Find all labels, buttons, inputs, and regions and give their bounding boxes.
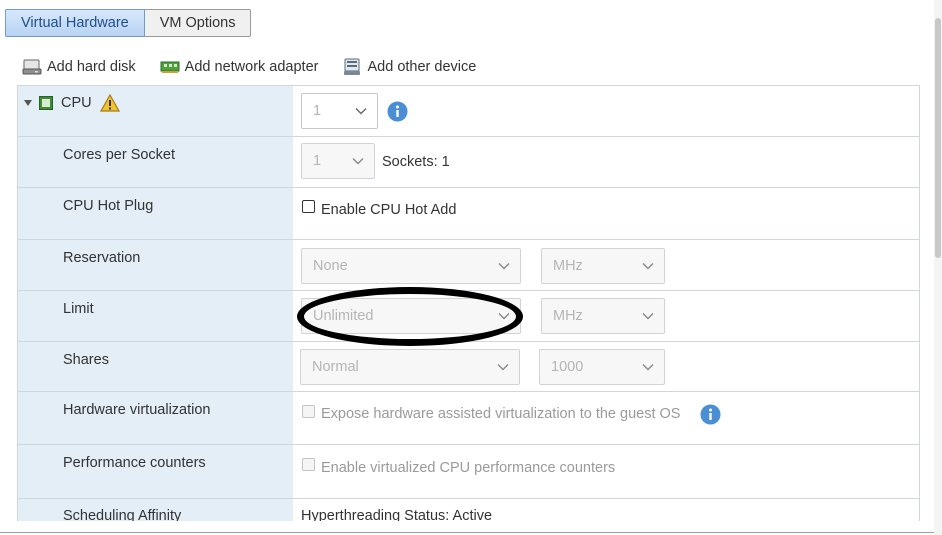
cores-per-socket-label: Cores per Socket (63, 147, 176, 163)
expose-hw-virt-label: Expose hardware assisted virtualization … (321, 406, 681, 422)
add-hard-disk-label: Add hard disk (47, 59, 136, 75)
hardware-virtualization-label: Hardware virtualization (63, 402, 211, 418)
chevron-down-icon (642, 263, 654, 270)
chevron-down-icon (498, 263, 510, 270)
info-icon[interactable] (700, 404, 721, 425)
limit-label: Limit (63, 301, 94, 317)
tab-bar: Virtual Hardware VM Options (5, 9, 252, 37)
tab-vm-options[interactable]: VM Options (144, 9, 252, 37)
chevron-down-icon (355, 108, 367, 115)
row-shares: Shares Normal 1000 (18, 342, 919, 392)
cores-per-socket-value: 1 (313, 153, 322, 169)
sockets-text: Sockets: 1 (382, 154, 450, 170)
reservation-unit-select[interactable]: MHz (541, 248, 665, 284)
other-device-icon (342, 58, 362, 76)
add-other-device-label: Add other device (367, 59, 477, 75)
cores-per-socket-select[interactable]: 1 (301, 143, 375, 179)
cpu-label: CPU (61, 95, 92, 111)
cpu-chip-icon (39, 96, 53, 110)
warning-icon (99, 94, 120, 112)
hard-disk-icon (22, 58, 42, 76)
info-icon[interactable] (387, 101, 408, 122)
limit-value: Unlimited (313, 308, 374, 324)
row-scheduling-affinity: Scheduling Affinity Hyperthreading Statu… (18, 499, 919, 521)
bottom-divider (0, 532, 942, 533)
enable-cpu-hot-add-label: Enable CPU Hot Add (321, 202, 457, 218)
row-cores-per-socket: Cores per Socket 1 Sockets: 1 (18, 137, 919, 188)
row-performance-counters: Performance counters Enable virtualized … (18, 445, 919, 499)
reservation-value: None (313, 258, 348, 274)
reservation-select[interactable]: None (301, 248, 521, 284)
row-limit: Limit Unlimited MHz (18, 291, 919, 342)
performance-counters-label: Performance counters (63, 455, 206, 471)
cpu-header[interactable]: CPU (24, 94, 120, 112)
limit-select[interactable]: Unlimited (301, 298, 521, 334)
row-hardware-virtualization: Hardware virtualization Expose hardware … (18, 392, 919, 445)
add-network-adapter-button[interactable]: Add network adapter (160, 58, 319, 76)
tab-virtual-hardware[interactable]: Virtual Hardware (5, 9, 145, 37)
cpu-properties-grid: CPU 1 Cores per Socket 1 Sockets: 1 CPU … (17, 85, 920, 521)
chevron-down-icon (642, 313, 654, 320)
network-adapter-icon (160, 58, 180, 76)
row-reservation: Reservation None MHz (18, 240, 919, 291)
shares-select[interactable]: Normal (300, 349, 520, 385)
expand-caret-icon[interactable] (24, 100, 32, 106)
add-hard-disk-button[interactable]: Add hard disk (22, 58, 136, 76)
cpu-count-select[interactable]: 1 (301, 93, 378, 129)
chevron-down-icon (497, 364, 509, 371)
device-toolbar: Add hard disk Add network adapter Add ot… (22, 57, 500, 77)
shares-amount-value: 1000 (551, 359, 584, 375)
enable-perf-counters-checkbox[interactable] (302, 458, 315, 471)
add-other-device-button[interactable]: Add other device (342, 58, 476, 76)
chevron-down-icon (352, 158, 364, 165)
enable-cpu-hot-add-checkbox[interactable] (302, 200, 315, 213)
cpu-count-value: 1 (313, 103, 322, 119)
cpu-hot-plug-label: CPU Hot Plug (63, 198, 154, 214)
reservation-label: Reservation (63, 250, 141, 266)
shares-value: Normal (312, 359, 359, 375)
scheduling-affinity-label: Scheduling Affinity (63, 508, 182, 521)
chevron-down-icon (498, 313, 510, 320)
limit-unit-select[interactable]: MHz (541, 298, 665, 334)
chevron-down-icon (642, 364, 654, 371)
shares-label: Shares (63, 352, 109, 368)
shares-amount-select[interactable]: 1000 (539, 349, 665, 385)
vertical-scrollbar[interactable] (934, 0, 942, 535)
row-cpu-hot-plug: CPU Hot Plug Enable CPU Hot Add (18, 188, 919, 240)
expose-hw-virt-checkbox[interactable] (302, 405, 315, 418)
row-cpu: CPU 1 (18, 86, 919, 137)
hyperthreading-status: Hyperthreading Status: Active (301, 508, 493, 521)
add-network-adapter-label: Add network adapter (184, 59, 319, 75)
enable-perf-counters-label: Enable virtualized CPU performance count… (321, 460, 616, 476)
scrollbar-thumb[interactable] (935, 18, 941, 258)
reservation-unit-value: MHz (553, 258, 583, 274)
limit-unit-value: MHz (553, 308, 583, 324)
